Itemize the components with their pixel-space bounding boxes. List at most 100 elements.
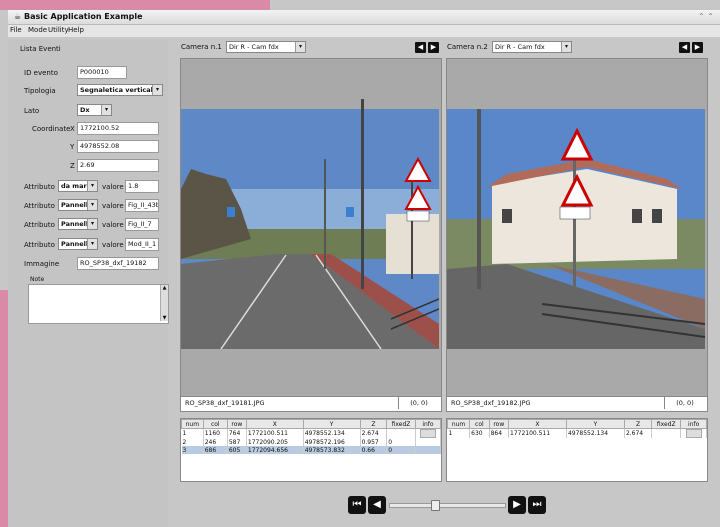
- scroll-up-icon[interactable]: ▲: [161, 285, 168, 291]
- lato-select[interactable]: Dx ▾: [77, 104, 112, 116]
- table-row-selected[interactable]: 3 686 605 1772094.656 4978573.832 0.66 0: [181, 446, 441, 454]
- attr-select-4[interactable]: Pannello ▾: [58, 238, 98, 250]
- cell: 0: [386, 438, 416, 446]
- step-forward-button[interactable]: ▶: [508, 496, 526, 514]
- chevron-down-icon[interactable]: ▾: [87, 200, 97, 210]
- cell: 0.957: [360, 438, 388, 446]
- id-field[interactable]: P000010: [77, 66, 127, 79]
- valore-label-1: valore: [102, 183, 124, 191]
- camera-2-pane: Camera n.2 Dir R - Cam fdx ▾ ◀ ▶ RO_SP38…: [446, 40, 708, 482]
- tipologia-select[interactable]: Segnaletica verticale ▾: [77, 84, 163, 96]
- cell: 1772100.511: [246, 428, 304, 438]
- table-row[interactable]: 1 630 864 1772100.511 4978552.134 2.674: [447, 428, 707, 438]
- attr-value-4[interactable]: Mod_II_1: [125, 238, 159, 251]
- info-cell[interactable]: [415, 438, 441, 446]
- col-header[interactable]: num: [181, 419, 204, 429]
- col-header[interactable]: info: [414, 419, 441, 429]
- col-header[interactable]: X: [245, 419, 304, 429]
- z-label: Z: [70, 162, 75, 170]
- cell: 3: [181, 446, 204, 454]
- note-scrollbar[interactable]: ▲ ▼: [160, 285, 168, 321]
- camera-2-filename: RO_SP38_dxf_19182.JPG: [451, 399, 531, 407]
- camera-1-pane: Camera n.1 Dir R - Cam fdx ▾ ◀ ▶ RO_SP38…: [180, 40, 442, 482]
- col-header[interactable]: fixedZ: [651, 419, 682, 429]
- chevron-down-icon[interactable]: ▾: [561, 42, 571, 52]
- chevron-down-icon[interactable]: ▾: [87, 239, 97, 249]
- col-header[interactable]: Z: [359, 419, 388, 429]
- cell: 1160: [203, 428, 228, 438]
- window-title: ☕ Basic Application Example: [14, 12, 143, 21]
- road-photo-2: [447, 59, 706, 395]
- slider-thumb[interactable]: [431, 500, 441, 511]
- valore-label-4: valore: [102, 241, 124, 249]
- col-header[interactable]: Z: [623, 419, 653, 429]
- menu-utility[interactable]: Utility: [48, 26, 69, 34]
- camera-1-select[interactable]: Dir R - Cam fdx ▾: [226, 41, 306, 53]
- attr-label-3: Attributo: [24, 221, 55, 229]
- immagine-field[interactable]: RO_SP38_dxf_19182: [77, 257, 159, 270]
- info-cell[interactable]: [415, 446, 441, 454]
- z-field[interactable]: 2.69: [77, 159, 159, 172]
- frame-slider[interactable]: [389, 500, 506, 511]
- menu-file[interactable]: File: [10, 26, 22, 34]
- attr-select-3[interactable]: Pannello ▾: [58, 218, 98, 230]
- chevron-down-icon[interactable]: ▾: [152, 85, 162, 95]
- info-icon[interactable]: [419, 429, 436, 438]
- x-field[interactable]: 1772100.52: [77, 122, 159, 135]
- info-cell[interactable]: [680, 428, 707, 438]
- cell: 1: [181, 428, 204, 438]
- scroll-down-icon[interactable]: ▼: [161, 315, 168, 321]
- attr-value-1[interactable]: 1.8: [125, 180, 159, 193]
- step-back-button[interactable]: ◀: [368, 496, 386, 514]
- cell: 4978552.134: [566, 428, 625, 438]
- note-label: Note: [30, 276, 45, 283]
- camera-2-next-button[interactable]: ▶: [692, 42, 703, 53]
- camera-1-next-button[interactable]: ▶: [428, 42, 439, 53]
- cell: 864: [489, 428, 510, 438]
- skip-back-button[interactable]: ⏮: [348, 496, 366, 514]
- info-icon[interactable]: [685, 429, 702, 438]
- attr-select-1[interactable]: da margine▾: [58, 180, 98, 192]
- skip-forward-button[interactable]: ⏭: [528, 496, 546, 514]
- table-row[interactable]: 2 246 587 1772090.205 4978572.196 0.957 …: [181, 438, 441, 446]
- camera-2-prev-button[interactable]: ◀: [679, 42, 690, 53]
- col-header[interactable]: num: [447, 419, 471, 429]
- col-header[interactable]: Y: [565, 419, 625, 429]
- col-header[interactable]: X: [508, 419, 567, 429]
- menu-mode[interactable]: Mode: [28, 26, 47, 34]
- col-header[interactable]: Y: [302, 419, 361, 429]
- attr-value-3[interactable]: Fig_II_7: [125, 218, 159, 231]
- cell: 2.674: [360, 428, 388, 438]
- chevron-down-icon[interactable]: ▾: [87, 219, 97, 229]
- col-header[interactable]: row: [226, 419, 247, 429]
- col-header[interactable]: col: [469, 419, 490, 429]
- col-header[interactable]: info: [680, 419, 707, 429]
- info-cell[interactable]: [415, 428, 441, 438]
- lato-label: Lato: [24, 107, 40, 115]
- chevron-down-icon[interactable]: ▾: [295, 42, 305, 52]
- col-header[interactable]: fixedZ: [386, 419, 416, 429]
- chevron-down-icon[interactable]: ▾: [87, 181, 97, 191]
- window-controls[interactable]: ⌃ ⌃: [698, 12, 714, 21]
- cell: [386, 428, 416, 438]
- cell: 2: [181, 438, 204, 446]
- attr-select-2[interactable]: Pannello ▾: [58, 199, 98, 211]
- col-header[interactable]: row: [488, 419, 510, 429]
- menu-help[interactable]: Help: [68, 26, 84, 34]
- attr-value-2[interactable]: Fig_II_43b: [125, 199, 159, 212]
- chevron-down-icon[interactable]: ▾: [101, 105, 111, 115]
- panel-title: Lista Eventi: [20, 45, 61, 53]
- y-field[interactable]: 4978552.08: [77, 140, 159, 153]
- coord-label: Coordinate: [32, 125, 71, 133]
- camera-2-select[interactable]: Dir R - Cam fdx ▾: [492, 41, 572, 53]
- camera-1-image[interactable]: [180, 58, 442, 398]
- valore-label-2: valore: [102, 202, 124, 210]
- camera-1-prev-button[interactable]: ◀: [415, 42, 426, 53]
- table-row[interactable]: 1 1160 764 1772100.511 4978552.134 2.674: [181, 428, 441, 438]
- note-textarea[interactable]: ▲ ▼: [28, 284, 169, 324]
- cell: 764: [227, 428, 247, 438]
- col-header[interactable]: col: [202, 419, 228, 429]
- cell: 1772090.205: [246, 438, 304, 446]
- attr-label-2: Attributo: [24, 202, 55, 210]
- camera-2-image[interactable]: [446, 58, 708, 398]
